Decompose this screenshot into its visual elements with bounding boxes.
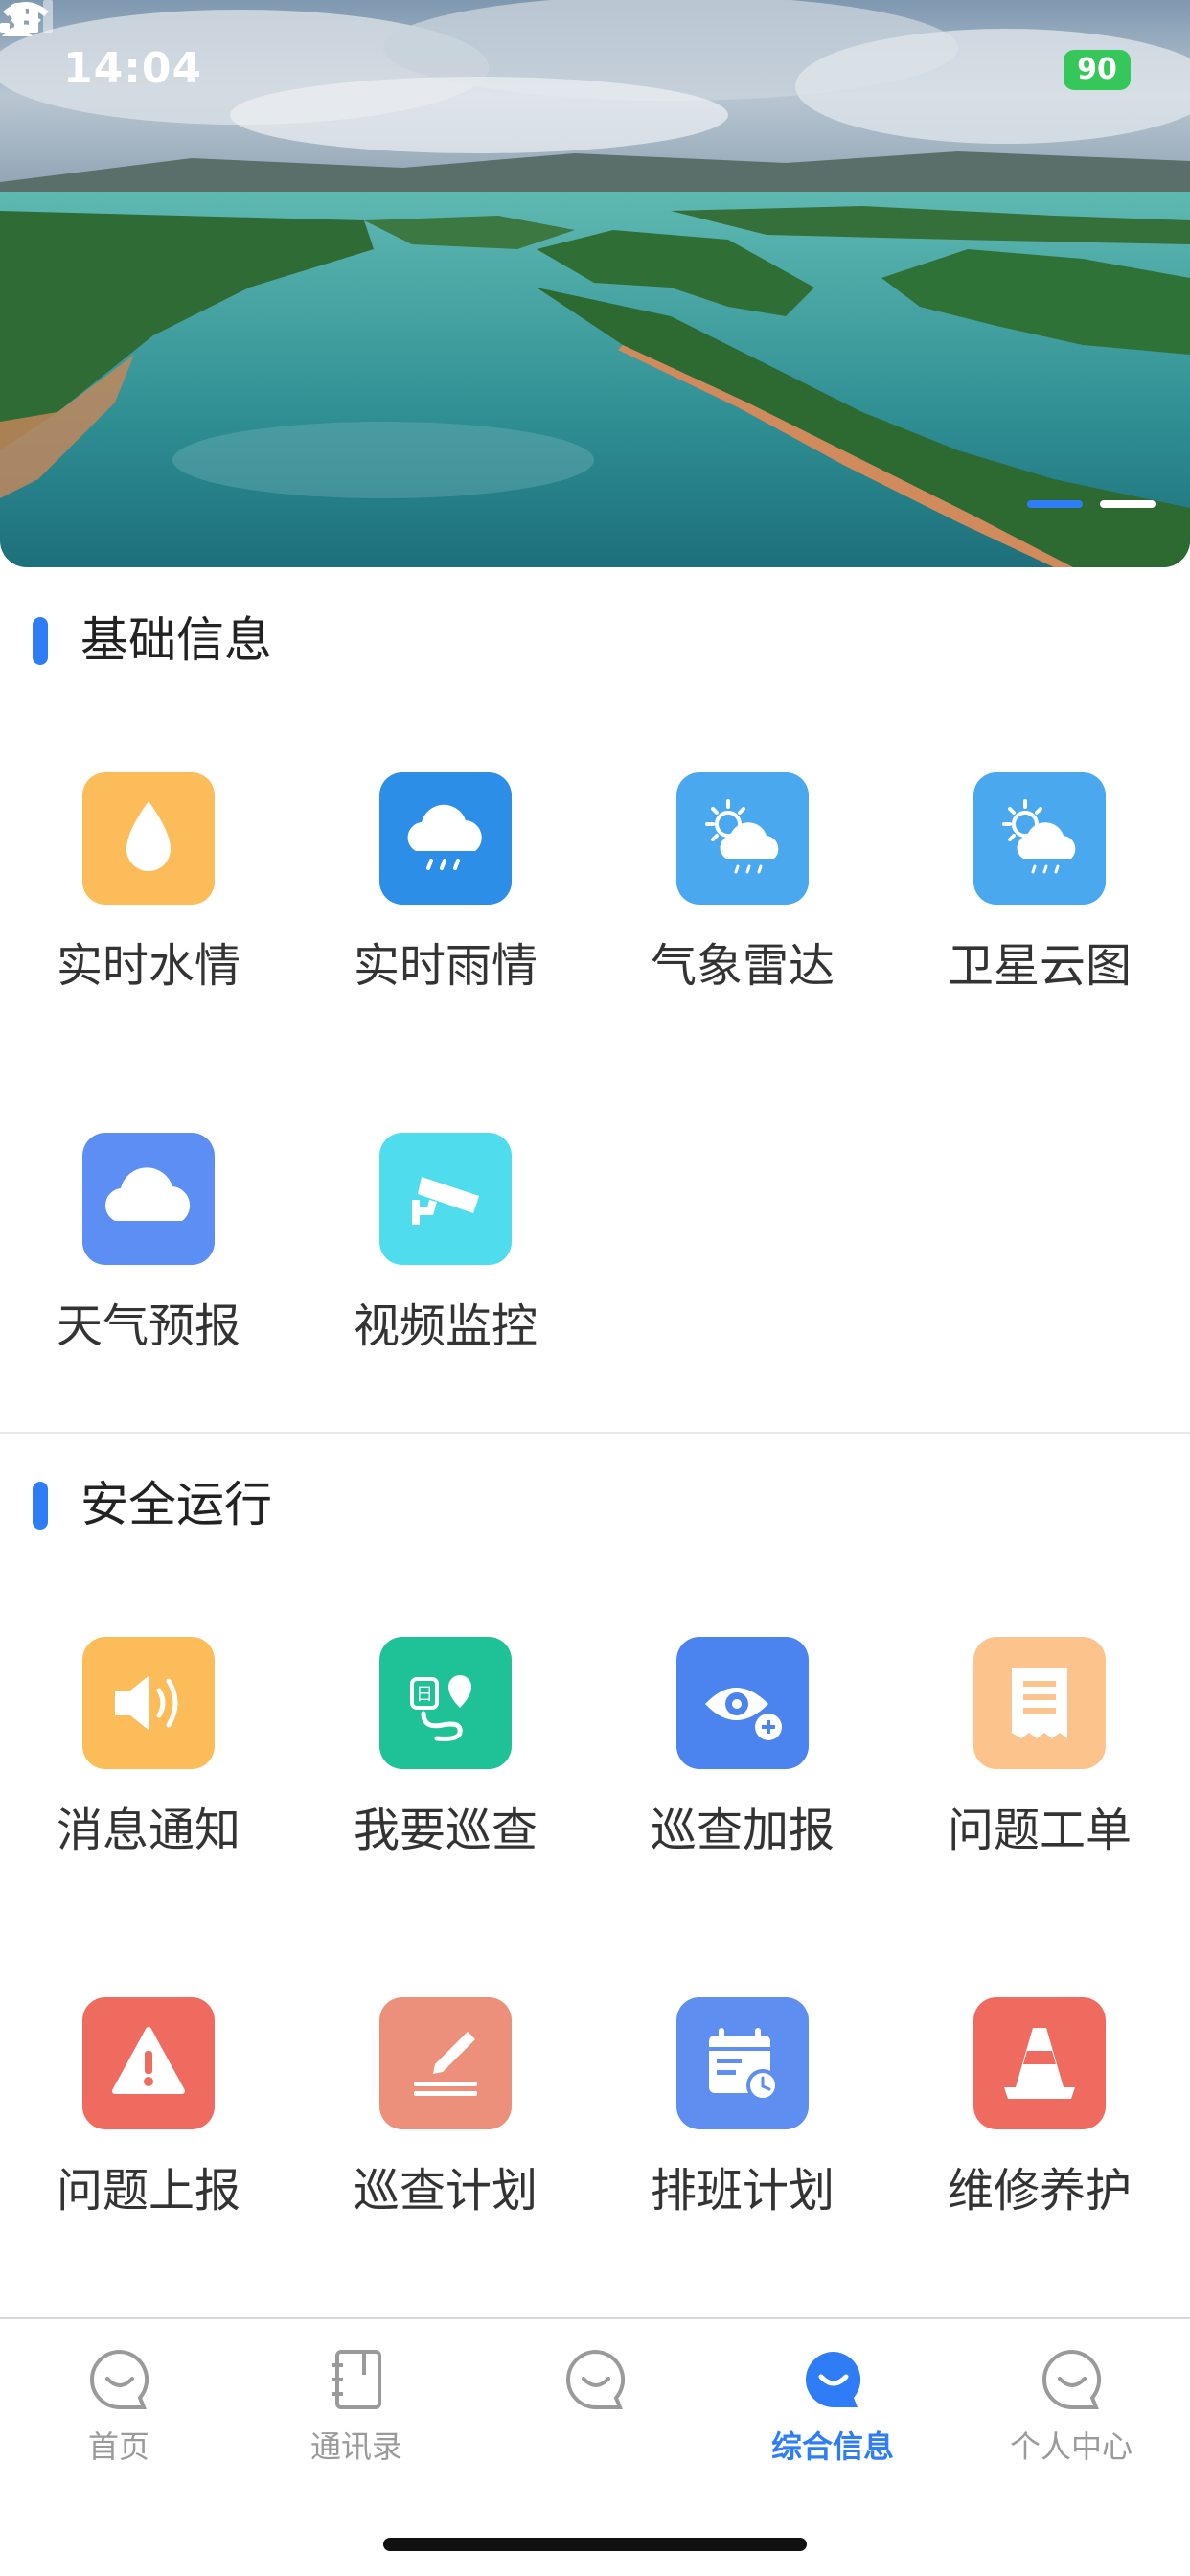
item-label: 视频监控 [353, 1300, 538, 1353]
battery-level: 90 [1077, 53, 1117, 86]
smile-bubble-icon [1042, 2349, 1102, 2409]
grid-item-message-notice[interactable]: 消息通知 [0, 1637, 297, 1886]
item-label: 我要巡查 [353, 1804, 538, 1857]
grid-item-shift-plan[interactable]: 排班计划 [594, 1997, 891, 2246]
grid-item-weather-radar[interactable]: 气象雷达 [594, 772, 891, 1022]
speaker-icon [115, 1675, 178, 1731]
item-label: 巡查加报 [650, 1804, 835, 1857]
tab-contacts[interactable]: 通讯录 [238, 2319, 475, 2492]
traffic-cone-icon [1004, 2028, 1075, 2099]
rain-cloud-icon [407, 804, 482, 870]
tab-label: 个人中心 [1009, 2428, 1133, 2465]
grid-item-realtime-rain[interactable]: 实时雨情 [297, 772, 594, 1022]
grid-item-patrol-report[interactable]: 巡查加报 [594, 1637, 891, 1886]
grid-item-realtime-water[interactable]: 实时水情 [0, 772, 297, 1022]
tile [379, 772, 512, 905]
item-label: 卫星云图 [947, 939, 1132, 993]
grid-item-satellite-cloud[interactable]: 卫星云图 [891, 772, 1188, 1022]
tab-home[interactable]: 首页 [0, 2319, 238, 2492]
item-label: 排班计划 [650, 2164, 835, 2218]
tile [82, 1133, 215, 1265]
item-label: 实时雨情 [353, 939, 538, 993]
tile [676, 1637, 809, 1769]
sun-cloud-rain-icon [1002, 799, 1076, 874]
item-label: 实时水情 [56, 939, 240, 993]
status-bar: 14:04 90 [0, 0, 1190, 144]
svg-text:日: 日 [416, 1685, 433, 1705]
grid-item-patrol-plan[interactable]: 巡查计划 [297, 1997, 594, 2246]
smile-bubble-icon [566, 2349, 626, 2409]
tab-label: 首页 [87, 2428, 149, 2465]
calendar-clock-icon [709, 2028, 779, 2102]
patrol-route-icon: 日 [410, 1675, 471, 1741]
item-label: 消息通知 [56, 1804, 240, 1857]
sun-cloud-rain-icon [705, 799, 779, 874]
item-label: 问题工单 [947, 1804, 1132, 1857]
status-time: 14:04 [63, 44, 203, 93]
eye-plus-icon [705, 1688, 782, 1740]
contacts-book-icon [332, 2350, 381, 2409]
tile [676, 1997, 809, 2129]
wifi-icon [3, 2, 49, 36]
tab-center[interactable] [476, 2319, 714, 2492]
tab-personal-center[interactable]: 个人中心 [952, 2319, 1190, 2492]
water-drop-icon [126, 801, 171, 871]
warning-icon [112, 2027, 185, 2094]
section-title: 基础信息 [80, 612, 272, 668]
tile [82, 772, 215, 905]
tile [973, 772, 1106, 905]
item-label: 维修养护 [947, 2164, 1132, 2218]
grid-item-issue-report[interactable]: 问题上报 [0, 1997, 297, 2246]
pen-icon [414, 2032, 477, 2096]
grid-item-maintenance[interactable]: 维修养护 [891, 1997, 1188, 2246]
section-title: 安全运行 [80, 1477, 272, 1532]
section-marker [33, 1482, 48, 1530]
grid-item-video-monitor[interactable]: 视频监控 [297, 1133, 594, 1382]
smile-bubble-icon [806, 2352, 861, 2407]
tile [676, 772, 809, 905]
receipt-icon [1012, 1668, 1067, 1738]
section-marker [33, 617, 48, 665]
tile [379, 1997, 512, 2129]
tile [82, 1997, 215, 2129]
grid-item-start-patrol[interactable]: 日 我要巡查 [297, 1637, 594, 1886]
banner-carousel[interactable]: 14:04 90 [0, 0, 1190, 567]
home-indicator[interactable] [383, 2538, 807, 2551]
battery-indicator: 90 [1064, 50, 1131, 90]
banner-indicator-1[interactable] [1027, 500, 1083, 508]
app-screen: 14:04 90 基础信息 实时水情 实时雨情 气象雷达 卫星云图 天气预报 视… [0, 0, 1190, 2576]
banner-indicator-2[interactable] [1100, 500, 1156, 508]
section-divider [0, 1432, 1190, 1434]
item-label: 天气预报 [56, 1300, 240, 1353]
section-header-safe-operation: 安全运行 [0, 1466, 1190, 1543]
item-label: 气象雷达 [650, 939, 835, 993]
tile [379, 1133, 512, 1265]
tile [973, 1637, 1106, 1769]
tab-label: 综合信息 [770, 2428, 894, 2465]
smile-bubble-icon [90, 2349, 149, 2409]
tile: 日 [379, 1637, 512, 1769]
item-label: 问题上报 [56, 2164, 240, 2218]
tab-label: 通讯录 [309, 2428, 402, 2465]
tile [973, 1997, 1106, 2129]
grid-item-issue-ticket[interactable]: 问题工单 [891, 1637, 1188, 1886]
security-camera-icon [412, 1177, 479, 1225]
tile [82, 1637, 215, 1769]
cloud-icon [105, 1167, 191, 1221]
item-label: 巡查计划 [353, 2164, 538, 2218]
section-header-basic-info: 基础信息 [0, 602, 1190, 678]
tab-comprehensive-info[interactable]: 综合信息 [714, 2319, 951, 2492]
grid-item-weather-forecast[interactable]: 天气预报 [0, 1133, 297, 1382]
